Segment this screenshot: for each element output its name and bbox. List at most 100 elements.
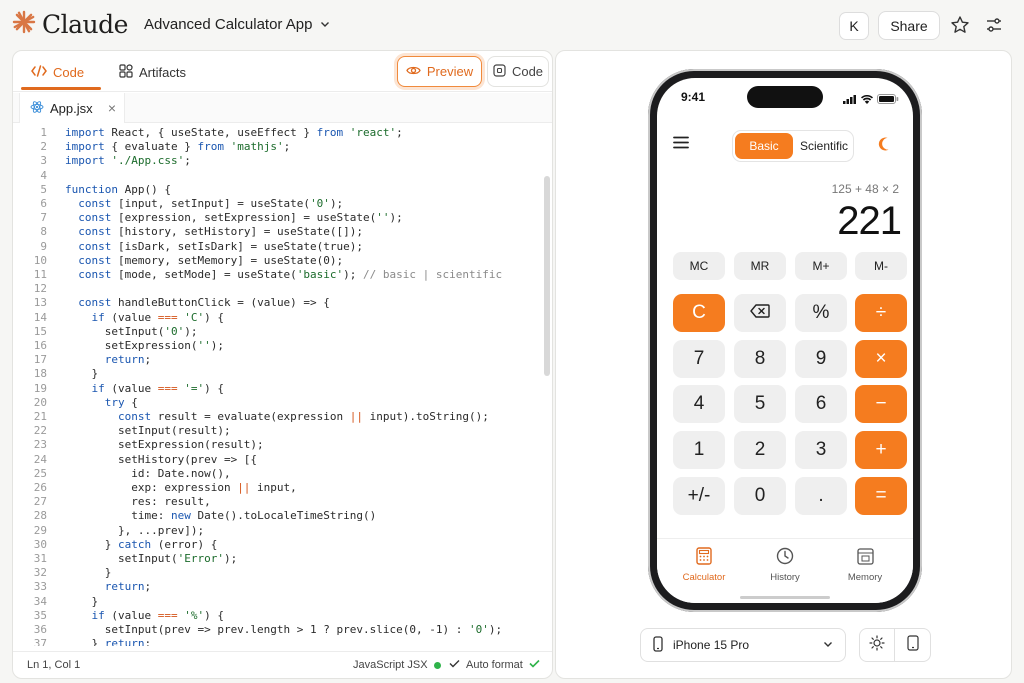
clear-button[interactable]: C xyxy=(673,294,725,332)
code-line: 9 const [isDark, setIsDark] = useState(t… xyxy=(13,239,363,254)
digit-4-button[interactable]: 4 xyxy=(673,385,725,423)
mode-basic-button[interactable]: Basic xyxy=(735,133,793,159)
multiply-button[interactable]: × xyxy=(855,340,907,378)
line-number: 2 xyxy=(40,140,47,154)
phone-frame: 9:41 Basic Scientific 125 + 48 × 2 221 M… xyxy=(648,69,922,612)
code-line: 14 if (value === 'C') { xyxy=(13,310,224,325)
file-name: App.jsx xyxy=(50,100,93,116)
nav-history[interactable]: History xyxy=(750,547,820,583)
digit-9-button[interactable]: 9 xyxy=(795,340,847,378)
close-icon[interactable]: × xyxy=(108,100,116,116)
file-tab-app-jsx[interactable]: App.jsx × xyxy=(19,93,125,123)
editor-scrollbar[interactable] xyxy=(544,176,550,376)
digit-3-button[interactable]: 3 xyxy=(795,431,847,469)
share-button[interactable]: Share xyxy=(878,11,940,40)
tab-code[interactable]: Code xyxy=(21,57,94,87)
theme-toggle-button[interactable] xyxy=(859,628,895,662)
line-number: 35 xyxy=(33,608,47,622)
code-view-label: Code xyxy=(511,64,544,79)
code-text: const [expression, setExpression] = useS… xyxy=(78,211,403,225)
line-number: 19 xyxy=(33,381,47,395)
code-text: } xyxy=(65,594,99,608)
memory-add-button[interactable]: M+ xyxy=(795,252,847,280)
status-icons xyxy=(843,91,899,109)
line-number: 5 xyxy=(40,182,47,196)
settings-sliders-icon[interactable] xyxy=(984,15,1004,35)
auto-format-toggle[interactable]: Auto format xyxy=(449,659,540,671)
memory-recall-button[interactable]: MR xyxy=(734,252,786,280)
code-text: } xyxy=(65,566,112,580)
hamburger-menu-icon[interactable] xyxy=(673,136,689,154)
preview-label: Preview xyxy=(426,64,474,79)
backspace-icon xyxy=(750,302,770,324)
moon-icon[interactable] xyxy=(877,136,895,159)
code-text: function App() { xyxy=(65,182,171,196)
memory-clear-button[interactable]: MC xyxy=(673,252,725,280)
project-title-dropdown[interactable]: Advanced Calculator App xyxy=(144,16,330,33)
digit-7-button[interactable]: 7 xyxy=(673,340,725,378)
equals-button[interactable]: = xyxy=(855,477,907,515)
code-text: } return; xyxy=(65,637,152,646)
code-line: 11 const [mode, setMode] = useState('bas… xyxy=(13,268,502,282)
backspace-button[interactable] xyxy=(734,294,786,332)
line-number: 28 xyxy=(33,509,47,523)
language-indicator[interactable]: JavaScript JSX xyxy=(353,659,441,671)
code-line: 18 } xyxy=(13,367,98,381)
line-number: 34 xyxy=(33,594,47,608)
digit-1-button[interactable]: 1 xyxy=(673,431,725,469)
code-text: if (value === 'C') { xyxy=(91,310,224,324)
digit-2-button[interactable]: 2 xyxy=(734,431,786,469)
line-number: 3 xyxy=(40,154,47,168)
editor-status-bar: Ln 1, Col 1 JavaScript JSX Auto format xyxy=(13,651,552,678)
phone-screen: 9:41 Basic Scientific 125 + 48 × 2 221 M… xyxy=(657,78,913,603)
digit-8-button[interactable]: 8 xyxy=(734,340,786,378)
code-view-button[interactable]: Code xyxy=(487,56,549,87)
check-green-icon xyxy=(529,659,540,671)
code-text: id: Date.now(), xyxy=(65,466,231,480)
tab-artifacts[interactable]: Artifacts xyxy=(109,57,196,87)
divide-button[interactable]: ÷ xyxy=(855,294,907,332)
code-text: res: result, xyxy=(65,495,211,509)
code-line: 35 if (value === '%') { xyxy=(13,608,224,623)
star-icon[interactable] xyxy=(950,15,970,35)
digit-6-button[interactable]: 6 xyxy=(795,385,847,423)
line-number: 27 xyxy=(33,495,47,509)
line-number: 4 xyxy=(40,168,47,182)
claude-sunburst-icon xyxy=(12,10,36,39)
language-label: JavaScript JSX xyxy=(353,659,428,671)
line-number: 14 xyxy=(33,310,47,324)
line-number: 26 xyxy=(33,481,47,494)
add-button[interactable]: + xyxy=(855,431,907,469)
nav-memory[interactable]: Memory xyxy=(830,547,900,583)
code-text: import './App.css'; xyxy=(65,154,191,168)
tab-code-label: Code xyxy=(53,64,85,80)
cursor-position: Ln 1, Col 1 xyxy=(27,659,81,671)
digit-0-button[interactable]: 0 xyxy=(734,477,786,515)
device-select[interactable]: iPhone 15 Pro xyxy=(640,628,846,662)
line-number: 9 xyxy=(40,239,47,253)
decimal-button[interactable]: . xyxy=(795,477,847,515)
code-text: setExpression(result); xyxy=(65,438,264,452)
preview-button[interactable]: Preview xyxy=(397,56,482,87)
nav-calculator[interactable]: Calculator xyxy=(669,547,739,583)
line-number: 32 xyxy=(33,566,47,580)
rotate-device-button[interactable] xyxy=(895,628,931,662)
mode-scientific-button[interactable]: Scientific xyxy=(795,133,853,159)
code-editor[interactable]: 1 import React, { useState, useEffect } f… xyxy=(13,126,545,646)
percent-button[interactable]: % xyxy=(795,294,847,332)
line-number: 17 xyxy=(33,353,47,367)
nav-calculator-label: Calculator xyxy=(682,572,726,583)
phone-icon xyxy=(653,635,663,655)
code-text: setExpression(''); xyxy=(65,339,224,352)
code-line: 3 import './App.css'; xyxy=(13,154,190,168)
memory-subtract-button[interactable]: M- xyxy=(855,252,907,280)
code-text: setInput('Error'); xyxy=(65,552,238,565)
user-avatar-button[interactable]: K xyxy=(839,12,869,40)
code-line: 6 const [input, setInput] = useState('0'… xyxy=(13,197,343,211)
subtract-button[interactable]: − xyxy=(855,385,907,423)
logo-text: Claude xyxy=(42,10,128,39)
negate-button[interactable]: +/- xyxy=(673,477,725,515)
claude-logo[interactable]: Claude xyxy=(12,10,128,39)
code-line: 26 exp: expression || input, xyxy=(13,481,297,495)
digit-5-button[interactable]: 5 xyxy=(734,385,786,423)
